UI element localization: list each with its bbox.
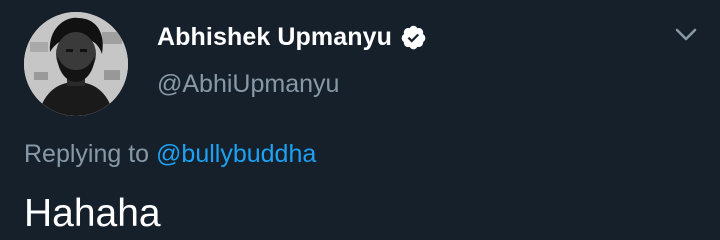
reply-mention-link[interactable]: @bullybuddha — [156, 140, 316, 168]
tweet-text: Hahaha — [24, 192, 161, 235]
profile-photo-icon — [24, 12, 128, 116]
display-name[interactable]: Abhishek Upmanyu — [157, 23, 392, 52]
username[interactable]: @AbhiUpmanyu — [157, 70, 339, 99]
avatar[interactable] — [24, 12, 128, 116]
verified-badge-icon — [400, 24, 427, 51]
tweet-card[interactable]: Abhishek Upmanyu @AbhiUpmanyu Replying t… — [0, 0, 720, 240]
chevron-down-icon[interactable] — [672, 20, 700, 48]
author-header[interactable]: Abhishek Upmanyu — [157, 20, 427, 54]
reply-context: Replying to @bullybuddha — [24, 140, 316, 169]
reply-prefix: Replying to — [24, 140, 150, 168]
